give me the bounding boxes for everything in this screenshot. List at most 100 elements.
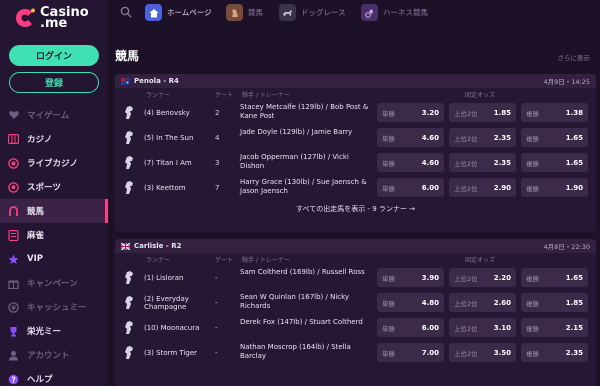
show-odds-button[interactable]: 複勝 1.65 <box>521 153 588 172</box>
login-button[interactable]: ログイン <box>9 45 99 66</box>
logo-mark-icon <box>14 7 36 29</box>
slot-icon <box>8 134 19 145</box>
sidebar-item-label: 麻雀 <box>27 231 45 241</box>
horse-icon <box>123 345 137 360</box>
runner-name: (10) Moonacura <box>144 323 200 332</box>
tab-harness-racing[interactable]: ハーネス競馬 <box>361 2 428 23</box>
place-odds-button[interactable]: 上位2位 2.35 <box>449 153 516 172</box>
place-odds-button[interactable]: 上位2位 1.85 <box>449 103 516 122</box>
col-runner: ランナー <box>146 92 171 99</box>
sidebar-item-vip[interactable]: VIP <box>0 247 108 271</box>
sidebar-item-label: ヘルプ <box>27 375 53 385</box>
col-gate: ゲート <box>215 257 234 264</box>
win-odds-button[interactable]: 単勝 3.90 <box>377 268 444 287</box>
gate-number: 7 <box>215 184 220 192</box>
gate-number: - <box>215 274 218 282</box>
show-odds-button[interactable]: 複勝 2.15 <box>521 318 588 337</box>
horse-icon <box>123 130 137 145</box>
win-odds-button[interactable]: 単勝 6.00 <box>377 318 444 337</box>
tab-horse-racing[interactable]: 競馬 <box>226 2 263 23</box>
runner-row: (3) Keettom 7 Harry Grace (130lb) / Sue … <box>115 175 596 200</box>
sidebar-item-mahjong[interactable]: 麻雀 <box>0 223 108 247</box>
show-odds-button[interactable]: 複勝 1.65 <box>521 268 588 287</box>
win-odds-button[interactable]: 単勝 6.00 <box>377 178 444 197</box>
sidebar-item-glory-me[interactable]: 栄光ミー <box>0 319 108 343</box>
sidebar-item-live-casino[interactable]: ライブカジノ <box>0 151 108 175</box>
show-odds-button[interactable]: 複勝 1.90 <box>521 178 588 197</box>
sidebar-item-horse-racing[interactable]: 競馬 <box>0 199 108 223</box>
col-odds: 固定オッズ <box>465 92 496 99</box>
sidebar-item-label: スポーツ <box>27 183 61 193</box>
tab-homepage[interactable]: ホームページ <box>145 2 212 23</box>
race-name: Penola - R4 <box>134 77 179 85</box>
sidebar-item-label: 栄光ミー <box>27 327 62 337</box>
race-name: Carlisle - R2 <box>134 242 182 250</box>
sidebar-item-label: キャッシュミー <box>27 303 87 313</box>
place-odds-button[interactable]: 上位2位 3.50 <box>449 343 516 362</box>
uk-flag-icon <box>121 242 130 250</box>
top-navigation: ホームページ 競馬 ドッグレース ハーネス競馬 <box>108 0 600 26</box>
sidebar-item-my-games[interactable]: マイゲーム <box>0 103 108 127</box>
gate-number: - <box>215 299 218 307</box>
win-odds-button[interactable]: 単勝 4.80 <box>377 293 444 312</box>
tab-label: ホームページ <box>167 8 212 17</box>
race-header[interactable]: Penola - R4 4月9日・14:25 <box>115 74 596 88</box>
win-odds-button[interactable]: 単勝 4.60 <box>377 153 444 172</box>
tab-label: ドッグレース <box>301 8 346 17</box>
win-odds-button[interactable]: 単勝 4.60 <box>377 128 444 147</box>
show-all-runners-link[interactable]: すべての出走馬を表示 - 9 ランナー → <box>115 200 596 218</box>
horse-icon <box>123 270 137 285</box>
horse-icon <box>123 180 137 195</box>
jockey-trainer: Harry Grace (130lb) / Sue Jaensch & Jaso… <box>240 178 367 195</box>
mahjong-icon <box>8 229 19 241</box>
star-icon <box>8 254 19 265</box>
column-headers: ランナー ゲート 騎手 / トレーナー 固定オッズ <box>115 88 596 100</box>
place-odds-button[interactable]: 上位2位 3.10 <box>449 318 516 337</box>
win-odds-button[interactable]: 単勝 7.00 <box>377 343 444 362</box>
race-card-carlisle: Carlisle - R2 4月8日・22:30 ランナー ゲート 騎手 / ト… <box>115 239 596 386</box>
horse-icon <box>123 320 137 335</box>
tab-dog-racing[interactable]: ドッグレース <box>279 2 346 23</box>
svg-text:?: ? <box>11 375 15 384</box>
sidebar-item-label: カジノ <box>27 135 53 145</box>
show-odds-button[interactable]: 複勝 1.65 <box>521 128 588 147</box>
jockey-trainer: Sam Coltherd (169lb) / Russell Ross <box>240 268 365 276</box>
sidebar-item-help[interactable]: ? ヘルプ <box>0 367 108 386</box>
help-icon: ? <box>8 374 19 385</box>
runner-row: (4) Benovsky 2 Stacey Metcalfe (129lb) /… <box>115 100 596 125</box>
sidebar-item-account[interactable]: アカウント <box>0 343 108 367</box>
place-odds-button[interactable]: 上位2位 2.90 <box>449 178 516 197</box>
tab-label: 競馬 <box>248 8 263 17</box>
jockey-trainer: Jacob Opperman (127lb) / Vicki Dishon <box>240 153 349 170</box>
place-odds-button[interactable]: 上位2位 2.35 <box>449 128 516 147</box>
jockey-trainer: Sean W Quinlan (167lb) / Nicky Richards <box>240 293 350 310</box>
place-odds-button[interactable]: 上位2位 2.20 <box>449 268 516 287</box>
gate-number: 2 <box>215 109 220 117</box>
race-card-penola: Penola - R4 4月9日・14:25 ランナー ゲート 騎手 / トレー… <box>115 74 596 232</box>
place-odds-button[interactable]: 上位2位 2.60 <box>449 293 516 312</box>
show-odds-button[interactable]: 複勝 1.38 <box>521 103 588 122</box>
race-header[interactable]: Carlisle - R2 4月8日・22:30 <box>115 239 596 253</box>
show-odds-button[interactable]: 複勝 2.35 <box>521 343 588 362</box>
sidebar-item-campaign[interactable]: キャンペーン <box>0 271 108 295</box>
register-button[interactable]: 登録 <box>9 72 99 93</box>
horse-racing-icon <box>226 4 243 21</box>
see-more-link[interactable]: さらに表示 <box>558 52 591 62</box>
search-icon[interactable] <box>120 6 132 18</box>
show-odds-button[interactable]: 複勝 1.85 <box>521 293 588 312</box>
gate-number: 4 <box>215 134 220 142</box>
runner-row: (2) Everyday Champagne - Sean W Quinlan … <box>115 290 596 315</box>
horse-icon <box>123 155 137 170</box>
sidebar-item-cashme[interactable]: ¥ キャッシュミー <box>0 295 108 319</box>
runner-name: (2) Everyday Champagne <box>144 294 189 311</box>
casino-me-logo[interactable]: Casino .me <box>14 6 89 30</box>
runner-name: (1) Lisloran <box>144 273 184 282</box>
runner-name: (3) Storm Tiger <box>144 348 198 357</box>
runner-row: (3) Storm Tiger - Nathan Moscrop (164lb)… <box>115 340 596 365</box>
sidebar-item-sports[interactable]: スポーツ <box>0 175 108 199</box>
svg-text:¥: ¥ <box>11 304 16 312</box>
runner-name: (5) In The Sun <box>144 133 194 142</box>
harness-racing-icon <box>361 4 378 21</box>
win-odds-button[interactable]: 単勝 3.20 <box>377 103 444 122</box>
sidebar-item-casino[interactable]: カジノ <box>0 127 108 151</box>
